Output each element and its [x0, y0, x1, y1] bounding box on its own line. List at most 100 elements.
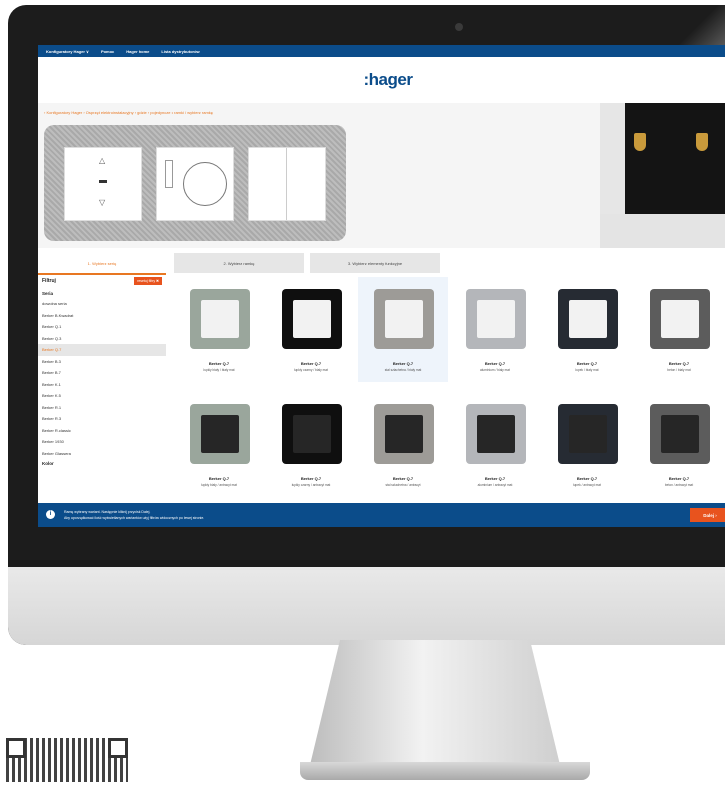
frame-card[interactable]: Berker Q.7 łupkiy czarny / antracyt mat — [266, 392, 356, 497]
insert-thumbnail — [477, 300, 515, 338]
frame-card[interactable]: Berker Q.7 łupkiy biały / biały mat — [174, 277, 264, 382]
breadcrumb[interactable]: › Konfiguratory Hager › Osprzęt elektroi… — [44, 110, 213, 115]
frame-preview: △ ▽ — [44, 125, 346, 241]
insert-thumbnail — [385, 300, 423, 338]
frame-thumbnail — [558, 289, 618, 349]
nav-item-distributors[interactable]: Lista dystrybutorów — [161, 49, 199, 54]
step-tabs: 1. Wybierz serię 2. Wybierz ramkę 3. Wyb… — [38, 253, 725, 275]
hager-logo[interactable]: :hager — [364, 70, 413, 90]
insert-thumbnail — [569, 415, 607, 453]
arrow-up-icon: △ — [99, 156, 106, 165]
brand-bar: :hager — [38, 57, 725, 104]
double-switch-module — [248, 147, 326, 221]
pendant-lamp-icon — [634, 133, 646, 151]
series-filter-item[interactable]: Berker B.3 — [38, 356, 166, 368]
color-section-title: Kolor — [42, 461, 54, 466]
card-description: łupkiy biały / antracyt mat — [201, 483, 237, 487]
blind-switch-module: △ ▽ — [64, 147, 142, 221]
frame-card[interactable]: Berker Q.7 stal szlachetna / antracyt — [358, 392, 448, 497]
frame-thumbnail — [190, 289, 250, 349]
frame-thumbnail — [190, 404, 250, 464]
banner-text-line2: Aby uporządkować ilość wyświetlanych war… — [64, 516, 205, 520]
top-nav: Konfiguratory Hager ∨ Pomoc Hager home L… — [38, 45, 725, 57]
series-filter-item[interactable]: Berker 1930 — [38, 436, 166, 448]
tab-frame[interactable]: 2. Wybierz ramkę — [174, 253, 304, 273]
frame-thumbnail — [374, 289, 434, 349]
card-title: Berker Q.7 — [576, 476, 598, 481]
app-screen: Konfiguratory Hager ∨ Pomoc Hager home L… — [38, 45, 725, 527]
series-filter-item[interactable]: Berker Q.1 — [38, 321, 166, 333]
card-description: łupkiy biały / biały mat — [203, 368, 235, 372]
insert-thumbnail — [201, 300, 239, 338]
qr-code-icon — [6, 738, 128, 782]
card-description: łupkiy czarny / biały mat — [294, 368, 328, 372]
frame-card[interactable]: Berker Q.7 beton / antracyt mat — [634, 392, 724, 497]
frame-card[interactable]: Berker Q.7 łupek / biały mat — [542, 277, 632, 382]
frame-card[interactable]: Berker Q.7 aluminium / biały mat — [450, 277, 540, 382]
frame-thumbnail — [282, 404, 342, 464]
next-button[interactable]: Dalej › — [690, 508, 725, 522]
card-title: Berker Q.7 — [392, 361, 414, 366]
stop-icon — [99, 180, 107, 183]
card-title: Berker Q.7 — [484, 361, 506, 366]
monitor-stand — [310, 640, 560, 765]
insert-thumbnail — [661, 415, 699, 453]
thermostat-module — [156, 147, 234, 221]
series-filter-item[interactable]: Berker B.Kwadrat — [38, 310, 166, 322]
preview-area: △ ▽ — [38, 103, 725, 248]
insert-thumbnail — [385, 415, 423, 453]
series-filter-item[interactable]: dowolna seria — [38, 298, 166, 310]
tab-function-elements[interactable]: 3. Wybierz elementy funkcyjne — [310, 253, 440, 273]
insert-thumbnail — [293, 415, 331, 453]
card-description: łupek / antracyt mat — [573, 483, 601, 487]
frame-card[interactable]: Berker Q.7 łupek / antracyt mat — [542, 392, 632, 497]
frame-thumbnail — [650, 289, 710, 349]
filter-header: Filtruj resetuj filtry ✖ — [38, 273, 166, 289]
monitor-base — [300, 762, 590, 780]
frame-thumbnail — [650, 404, 710, 464]
card-title: Berker Q.7 — [300, 476, 322, 481]
series-filter-item[interactable]: Berker Q.7 — [38, 344, 166, 356]
series-filter-item[interactable]: Berker R.3 — [38, 413, 166, 425]
insert-thumbnail — [569, 300, 607, 338]
series-filter-item[interactable]: Berker B.7 — [38, 367, 166, 379]
interior-photo — [600, 103, 725, 248]
filter-sidebar: Filtruj resetuj filtry ✖ Seria dowolna s… — [38, 273, 166, 503]
tab-series[interactable]: 1. Wybierz serię — [38, 253, 166, 275]
frame-card[interactable]: Berker Q.7 beton / biały mat — [634, 277, 724, 382]
card-title: Berker Q.7 — [208, 361, 230, 366]
reset-filters-button[interactable]: resetuj filtry ✖ — [134, 277, 162, 285]
series-filter-item[interactable]: Berker R.classic — [38, 425, 166, 437]
series-filter-item[interactable]: Berker K.5 — [38, 390, 166, 402]
frame-thumbnail — [466, 289, 526, 349]
series-filter-item[interactable]: Berker K.1 — [38, 379, 166, 391]
insert-thumbnail — [293, 300, 331, 338]
info-icon: i — [46, 510, 55, 519]
card-description: łupkiy czarny / antracyt mat — [291, 483, 331, 487]
frame-card[interactable]: Berker Q.7 łupkiy biały / antracyt mat — [174, 392, 264, 497]
monitor-chin — [8, 567, 725, 645]
camera-dot — [455, 23, 463, 31]
nav-item-configurators[interactable]: Konfiguratory Hager ∨ — [46, 49, 89, 54]
frame-card[interactable]: Berker Q.7 aluminium / antracyt mat — [450, 392, 540, 497]
card-title: Berker Q.7 — [208, 476, 230, 481]
card-description: beton / antracyt mat — [664, 483, 694, 487]
series-filter-item[interactable]: Berker R.1 — [38, 402, 166, 414]
nav-item-help[interactable]: Pomoc — [101, 49, 114, 54]
frame-card[interactable]: Berker Q.7 łupkiy czarny / biały mat — [266, 277, 356, 382]
frame-card[interactable]: Berker Q.7 stal szlachetna / biały mat — [358, 277, 448, 382]
filter-title: Filtruj — [42, 278, 56, 284]
card-description: beton / biały mat — [667, 368, 691, 372]
dial-icon — [183, 162, 227, 206]
arrow-down-icon: ▽ — [99, 198, 106, 207]
card-title: Berker Q.7 — [484, 476, 506, 481]
card-title: Berker Q.7 — [392, 476, 414, 481]
insert-thumbnail — [477, 415, 515, 453]
series-filter-item[interactable]: Berker Q.3 — [38, 333, 166, 345]
nav-item-hager-home[interactable]: Hager home — [126, 49, 149, 54]
series-list: dowolna seria Berker B.Kwadrat Berker Q.1 B… — [38, 298, 166, 459]
series-filter-item[interactable]: Berker Glassera — [38, 448, 166, 460]
banner-text-line1: Ramę wybrany wariant. Następnie kliknij … — [64, 510, 151, 514]
card-title: Berker Q.7 — [300, 361, 322, 366]
card-description: stal szlachetna / antracyt — [385, 483, 421, 487]
